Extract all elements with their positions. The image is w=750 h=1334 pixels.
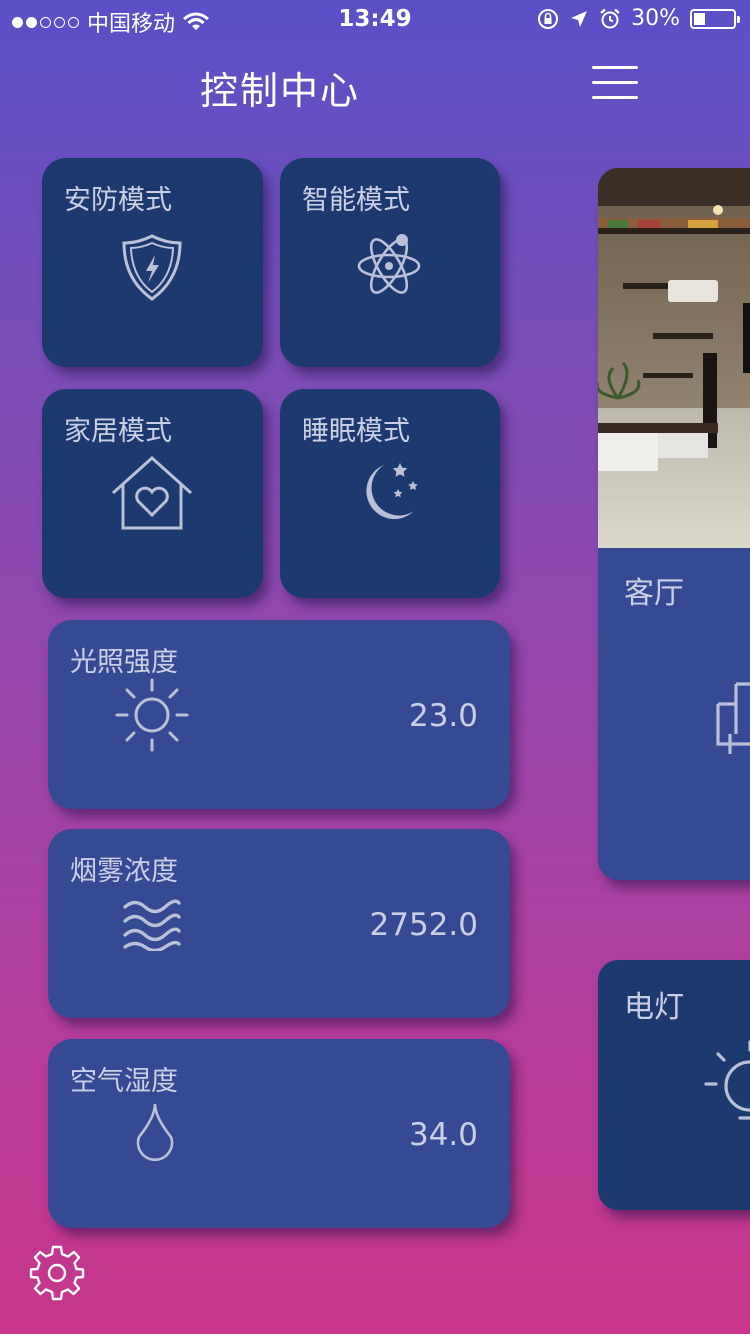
device-label: 电灯 [624, 990, 684, 1025]
status-bar: 中国移动 13:49 30% [0, 0, 750, 40]
sensor-value: 2752.0 [369, 907, 478, 943]
mode-tile-smart[interactable]: 智能模式 [280, 158, 500, 367]
sensor-label: 烟雾浓度 [70, 856, 178, 887]
room-label: 客厅 [624, 576, 684, 611]
bulb-icon [704, 1040, 750, 1120]
rotation-lock-icon [538, 8, 559, 29]
sensor-value: 23.0 [408, 698, 478, 734]
settings-gear-icon[interactable] [28, 1244, 86, 1302]
mode-tile-security[interactable]: 安防模式 [42, 158, 263, 367]
room-card-living-room[interactable]: 客厅 [598, 168, 750, 880]
sensor-value: 34.0 [408, 1117, 478, 1153]
mode-label: 安防模式 [64, 185, 172, 216]
sofa-icon [716, 682, 750, 754]
sensor-label: 光照强度 [70, 647, 178, 678]
mode-label: 智能模式 [302, 185, 410, 216]
battery-icon [690, 8, 740, 29]
sun-icon [115, 678, 189, 752]
mode-label: 睡眠模式 [302, 416, 410, 447]
shield-bolt-icon [122, 234, 182, 301]
alarm-icon [600, 8, 620, 28]
moon-stars-icon [366, 463, 418, 519]
mode-tile-home[interactable]: 家居模式 [42, 389, 263, 598]
droplet-icon [136, 1103, 174, 1161]
living-room-photo [598, 168, 750, 548]
page-title: 控制中心 [200, 69, 361, 113]
menu-button[interactable] [592, 62, 642, 102]
device-card-light[interactable]: 电灯 [598, 960, 750, 1210]
sensor-tile-smoke[interactable]: 烟雾浓度 2752.0 [48, 829, 510, 1018]
waves-icon [123, 899, 181, 951]
battery-percent: 30% [631, 6, 680, 31]
sensor-label: 空气湿度 [70, 1066, 178, 1097]
sensor-tile-humidity[interactable]: 空气湿度 34.0 [48, 1039, 510, 1228]
location-arrow-icon [571, 10, 588, 27]
mode-label: 家居模式 [64, 416, 172, 447]
atom-icon [357, 234, 421, 294]
house-heart-icon [111, 455, 193, 530]
mode-tile-sleep[interactable]: 睡眠模式 [280, 389, 500, 598]
sensor-tile-light[interactable]: 光照强度 23.0 [48, 620, 510, 809]
